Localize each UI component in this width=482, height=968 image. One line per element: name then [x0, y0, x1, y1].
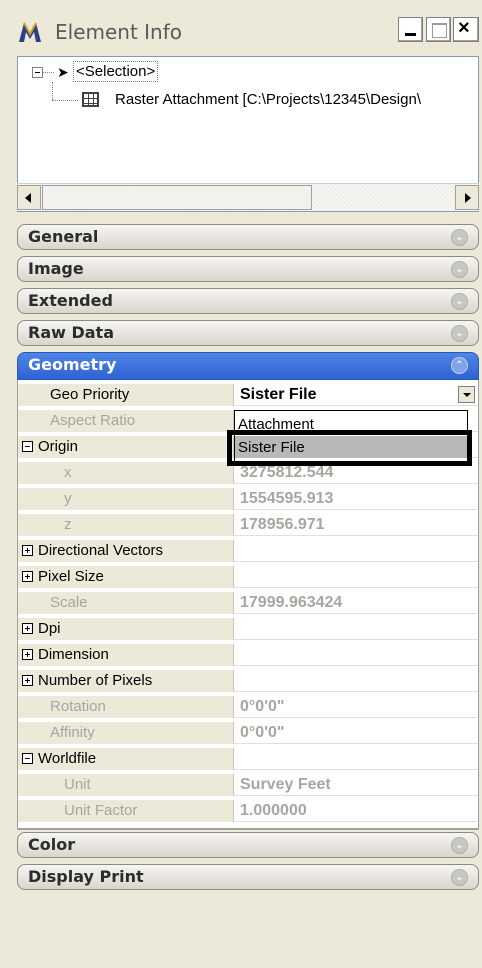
property-name: x: [38, 462, 234, 484]
collapse-chevron-icon: ⌃: [451, 357, 468, 374]
property-value: [235, 540, 478, 562]
section-image-label: Image: [28, 259, 84, 278]
property-value: [235, 670, 478, 692]
property-value: [235, 566, 478, 588]
expand-chevron-icon: ⌄: [451, 869, 468, 886]
property-row-z[interactable]: z 178956.971: [18, 514, 478, 536]
section-display-print-label: Display Print: [28, 867, 144, 886]
property-name: Number of Pixels: [38, 670, 234, 692]
property-name: Dpi: [38, 618, 234, 640]
expand-chevron-icon: ⌄: [451, 293, 468, 310]
section-raw-data-label: Raw Data: [28, 323, 114, 342]
section-general[interactable]: General ⌄: [17, 224, 479, 250]
property-value: [235, 618, 478, 640]
property-name: Affinity: [38, 722, 234, 744]
title-bar: Element Info ×: [0, 0, 482, 54]
collapse-icon[interactable]: [22, 441, 33, 452]
property-row-pixel-size[interactable]: Pixel Size: [18, 566, 478, 588]
property-name: Directional Vectors: [38, 540, 234, 562]
close-button[interactable]: ×: [453, 17, 479, 42]
expand-chevron-icon: ⌄: [451, 325, 468, 342]
property-name: Scale: [38, 592, 234, 614]
section-geometry-label: Geometry: [28, 355, 117, 374]
expand-icon[interactable]: [22, 571, 33, 582]
property-name: Unit: [38, 774, 234, 796]
property-value: Survey Feet: [240, 776, 331, 793]
property-row-worldfile[interactable]: Worldfile: [18, 748, 478, 770]
property-name: Geo Priority: [38, 384, 234, 406]
property-value: Sister File: [240, 386, 317, 403]
expand-icon[interactable]: [22, 649, 33, 660]
property-name: Dimension: [38, 644, 234, 666]
property-row-rotation[interactable]: Rotation 0°0'0": [18, 696, 478, 718]
expand-chevron-icon: ⌄: [451, 261, 468, 278]
property-value: 1.000000: [240, 802, 307, 819]
expand-chevron-icon: ⌄: [451, 229, 468, 246]
property-value: 178956.971: [240, 516, 325, 533]
property-value: 0°0'0": [240, 724, 285, 741]
property-name: Worldfile: [38, 748, 234, 770]
horizontal-scrollbar[interactable]: [17, 183, 479, 211]
property-value: [235, 748, 478, 770]
property-row-dimension[interactable]: Dimension: [18, 644, 478, 666]
section-geometry[interactable]: Geometry ⌃: [17, 352, 479, 380]
selection-arrow-icon: ➤: [57, 64, 69, 80]
property-row-geo-priority[interactable]: Geo Priority Sister File: [18, 384, 478, 406]
property-name: y: [38, 488, 234, 510]
property-value: 17999.963424: [240, 594, 343, 611]
property-row-scale[interactable]: Scale 17999.963424: [18, 592, 478, 614]
expand-icon[interactable]: [22, 545, 33, 556]
property-name: z: [38, 514, 234, 536]
expand-icon[interactable]: [22, 623, 33, 634]
property-name: Aspect Ratio: [38, 410, 234, 432]
property-row-unit[interactable]: Unit Survey Feet: [18, 774, 478, 796]
section-extended-label: Extended: [28, 291, 113, 310]
expand-chevron-icon: ⌄: [451, 837, 468, 854]
section-general-label: General: [28, 227, 99, 246]
microstation-icon: [19, 22, 41, 42]
property-row-number-of-pixels[interactable]: Number of Pixels: [18, 670, 478, 692]
window-title: Element Info: [55, 20, 183, 44]
property-row-directional-vectors[interactable]: Directional Vectors: [18, 540, 478, 562]
section-raw-data[interactable]: Raw Data ⌄: [17, 320, 479, 346]
property-row-unit-factor[interactable]: Unit Factor 1.000000: [18, 800, 478, 822]
collapse-icon[interactable]: [22, 753, 33, 764]
property-value: 1554595.913: [240, 490, 334, 507]
section-extended[interactable]: Extended ⌄: [17, 288, 479, 314]
maximize-button[interactable]: [426, 17, 451, 42]
minimize-button[interactable]: [398, 17, 423, 42]
property-name: Origin: [38, 436, 234, 458]
property-name: Rotation: [38, 696, 234, 718]
property-name: Unit Factor: [38, 800, 234, 822]
property-value: 0°0'0": [240, 698, 285, 715]
raster-grid-icon: [82, 92, 99, 107]
geo-priority-combobox[interactable]: Sister File: [235, 384, 478, 406]
section-image[interactable]: Image ⌄: [17, 256, 479, 282]
property-row-affinity[interactable]: Affinity 0°0'0": [18, 722, 478, 744]
dropdown-arrow-icon[interactable]: [458, 386, 475, 403]
property-value: [235, 644, 478, 666]
section-color[interactable]: Color ⌄: [17, 832, 479, 858]
expand-icon[interactable]: [22, 675, 33, 686]
property-name: Pixel Size: [38, 566, 234, 588]
tree-node-selection[interactable]: <Selection>: [73, 61, 159, 82]
scroll-right-button[interactable]: [455, 185, 479, 210]
tree-node-raster-attachment[interactable]: Raster Attachment [C:\Projects\12345\Des…: [115, 91, 421, 108]
scroll-thumb[interactable]: [42, 185, 312, 210]
close-icon: ×: [458, 17, 470, 39]
section-color-label: Color: [28, 835, 76, 854]
scroll-left-button[interactable]: [17, 185, 41, 210]
property-row-y[interactable]: y 1554595.913: [18, 488, 478, 510]
highlight-box: [227, 430, 472, 466]
property-row-dpi[interactable]: Dpi: [18, 618, 478, 640]
section-display-print[interactable]: Display Print ⌄: [17, 864, 479, 890]
